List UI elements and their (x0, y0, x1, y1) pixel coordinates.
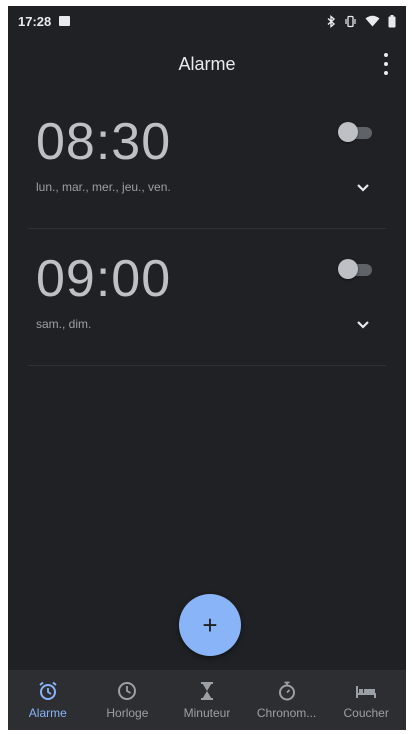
nav-label: Horloge (106, 706, 149, 720)
status-time: 17:28 (18, 13, 52, 29)
hourglass-icon (196, 680, 218, 702)
phone-screen: 17:28 Alarme 08:30 lun., mar., mer., jeu… (8, 6, 406, 730)
alarm-time[interactable]: 09:00 (36, 249, 171, 309)
nav-label: Chronom... (256, 706, 317, 720)
alarm-toggle[interactable] (338, 259, 374, 279)
alarm-days: lun., mar., mer., jeu., ven. (36, 180, 171, 194)
status-icons (327, 14, 396, 28)
nav-label: Coucher (343, 706, 389, 720)
clock-icon (116, 680, 138, 702)
nav-item-clock[interactable]: Horloge (88, 670, 168, 730)
wifi-icon (365, 15, 380, 27)
battery-icon (388, 14, 396, 28)
alarm-icon (37, 680, 59, 702)
nav-item-bedtime[interactable]: Coucher (326, 670, 406, 730)
alarm-days: sam., dim. (36, 317, 92, 331)
nav-label: Alarme (28, 706, 67, 720)
status-bar: 17:28 (8, 6, 406, 36)
toggle-thumb (338, 259, 358, 279)
nav-item-timer[interactable]: Minuteur (167, 670, 247, 730)
image-notification-icon (59, 16, 71, 26)
app-bar: Alarme (8, 36, 406, 92)
alarm-item[interactable]: 09:00 sam., dim. (28, 229, 386, 366)
vibrate-icon (344, 15, 357, 28)
toggle-thumb (338, 122, 358, 142)
bottom-navigation: Alarme Horloge Minuteur Chronom... Couch… (8, 670, 406, 730)
bed-icon (355, 680, 377, 702)
alarm-toggle[interactable] (338, 122, 374, 142)
add-alarm-button[interactable]: + (179, 594, 241, 656)
alarm-item[interactable]: 08:30 lun., mar., mer., jeu., ven. (28, 92, 386, 229)
stopwatch-icon (276, 680, 298, 702)
chevron-down-icon[interactable] (352, 176, 374, 198)
chevron-down-icon[interactable] (352, 313, 374, 335)
bluetooth-icon (327, 14, 336, 28)
alarm-time[interactable]: 08:30 (36, 112, 171, 172)
add-icon: + (202, 610, 218, 640)
page-title: Alarme (178, 53, 236, 74)
more-vert-icon[interactable] (380, 53, 392, 75)
nav-item-stopwatch[interactable]: Chronom... (247, 670, 327, 730)
nav-label: Minuteur (183, 706, 231, 720)
nav-item-alarm[interactable]: Alarme (8, 670, 88, 730)
